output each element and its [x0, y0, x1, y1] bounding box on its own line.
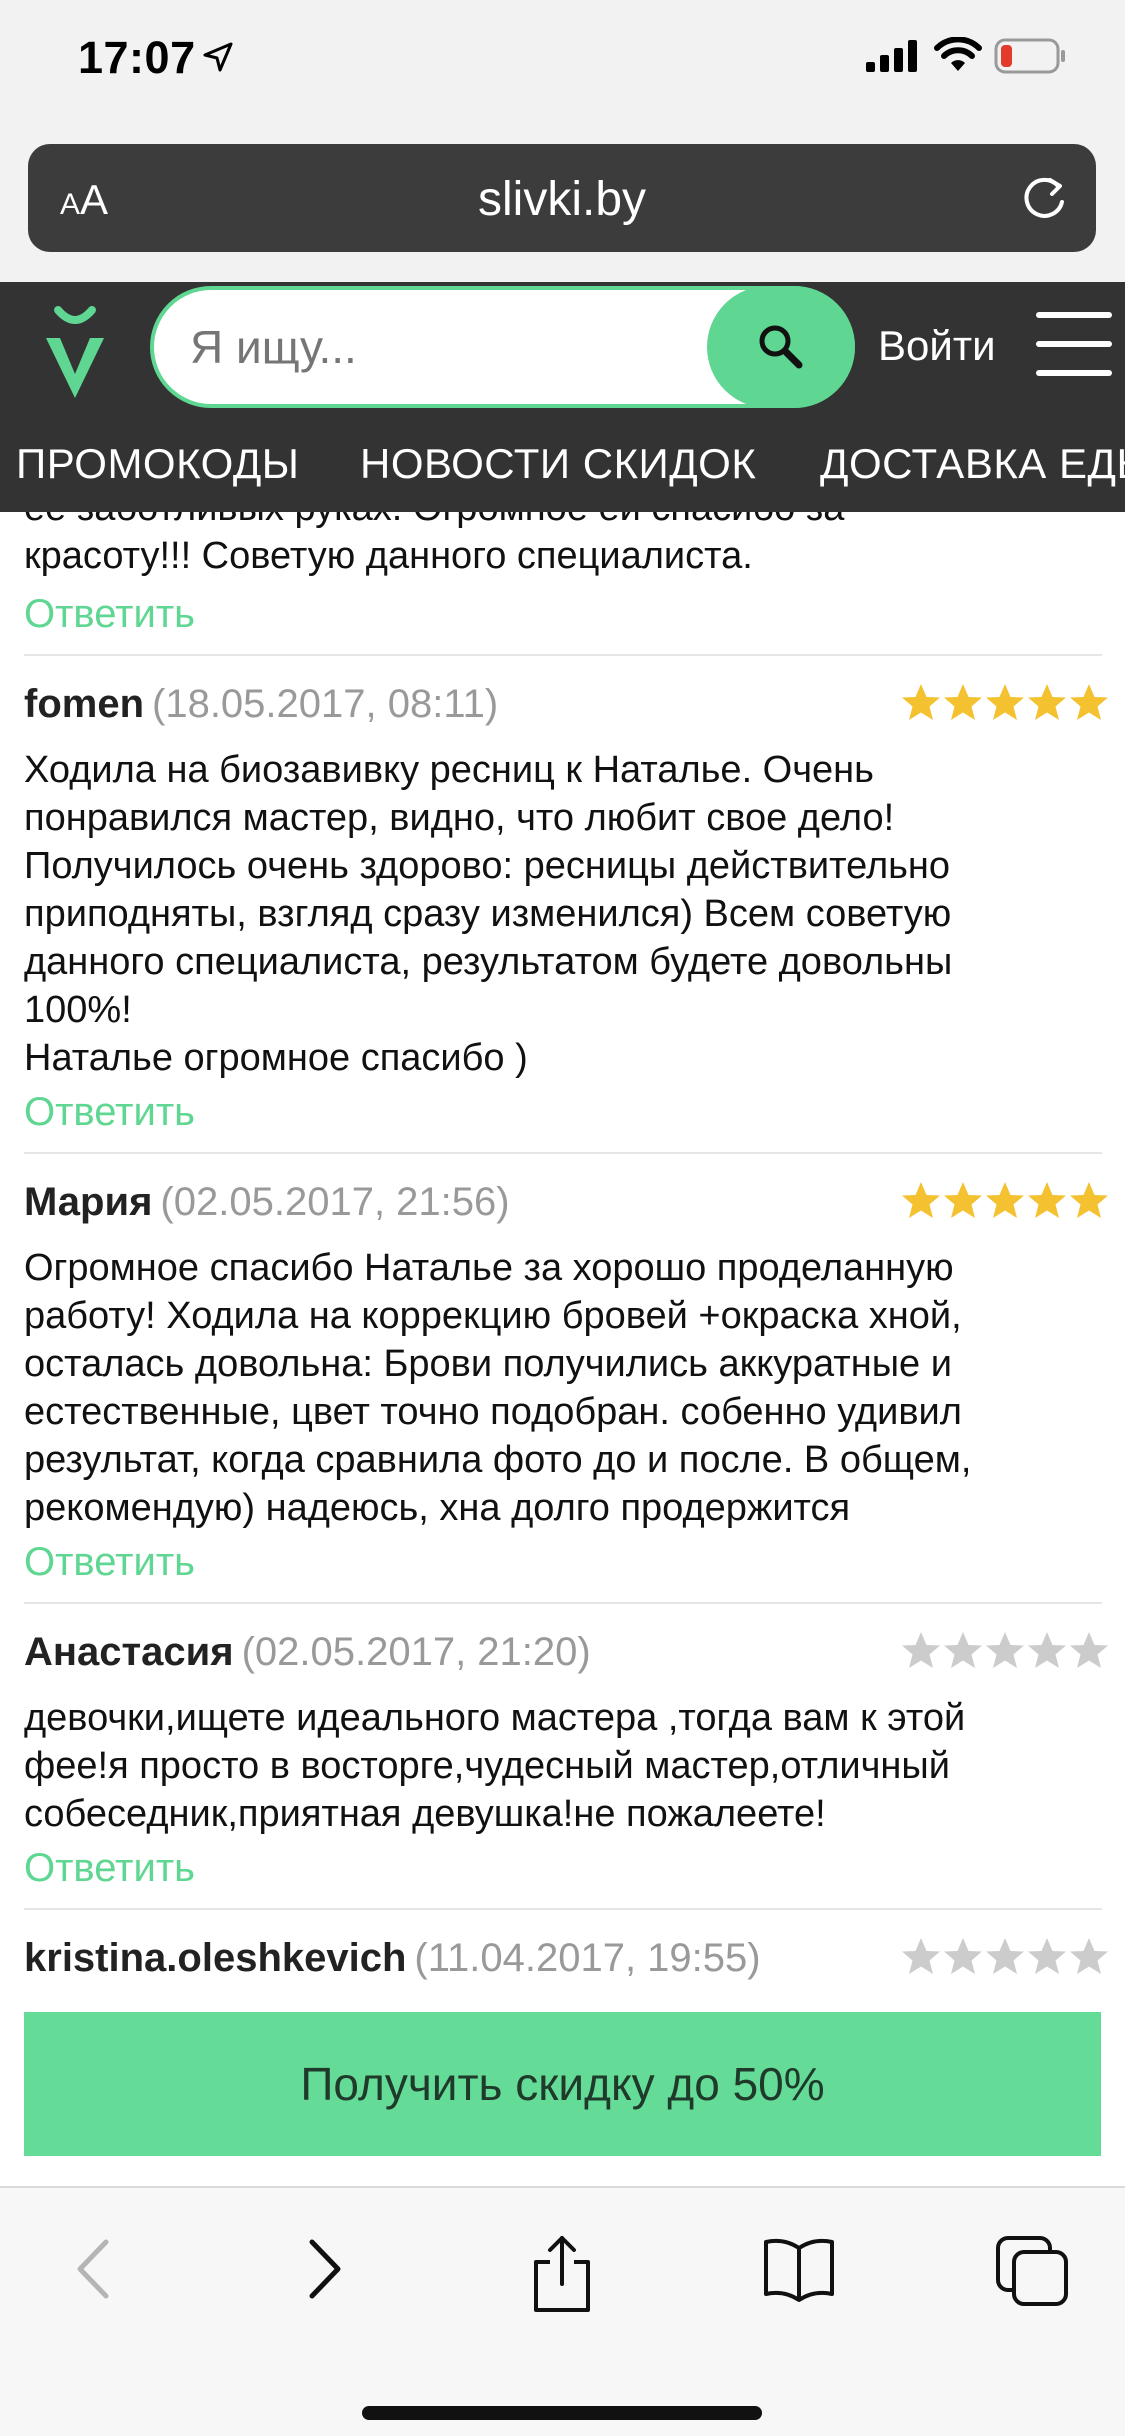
partial-review-text: ее заботливых руках. Огромное ей спасибо…: [24, 512, 844, 577]
tabs-icon[interactable]: [994, 2234, 1074, 2308]
share-icon[interactable]: [528, 2234, 596, 2314]
star-empty-icon: [902, 1938, 940, 1974]
search-input[interactable]: [190, 320, 670, 374]
cellular-signal-icon: [866, 40, 917, 72]
divider: [24, 654, 1102, 656]
divider: [24, 1908, 1102, 1910]
star-filled-icon: [1070, 684, 1108, 720]
divider: [24, 1152, 1102, 1154]
get-discount-button[interactable]: Получить скидку до 50%: [24, 2012, 1101, 2156]
site-header: Войти ПРОМОКОДЫ НОВОСТИ СКИДОК ДОСТАВКА …: [0, 282, 1125, 512]
star-filled-icon: [902, 1182, 940, 1218]
rating-stars: [900, 1630, 1110, 1672]
forward-icon[interactable]: [300, 2234, 350, 2304]
search-box: [150, 286, 855, 408]
reply-link[interactable]: Ответить: [24, 592, 195, 637]
review-author[interactable]: kristina.oleshkevich: [24, 1936, 406, 1980]
star-filled-icon: [1028, 1182, 1066, 1218]
nav-item-food-delivery[interactable]: ДОСТАВКА ЕДЫ: [820, 440, 1125, 488]
bookmarks-icon[interactable]: [762, 2234, 836, 2304]
status-time: 17:07: [78, 32, 196, 83]
reviews-list: ее заботливых руках. Огромное ей спасибо…: [0, 512, 1125, 1992]
nav-item-promocodes[interactable]: ПРОМОКОДЫ: [16, 440, 299, 488]
star-filled-icon: [902, 684, 940, 720]
star-empty-icon: [1028, 1632, 1066, 1668]
star-empty-icon: [986, 1938, 1024, 1974]
wifi-icon: [934, 37, 982, 71]
review-date: (11.04.2017, 19:55): [414, 1936, 761, 1980]
menu-icon[interactable]: [1036, 312, 1112, 376]
star-filled-icon: [986, 1182, 1024, 1218]
reply-link[interactable]: Ответить: [24, 1540, 195, 1585]
browser-toolbar: [0, 2186, 1125, 2436]
star-empty-icon: [944, 1938, 982, 1974]
divider: [24, 1602, 1102, 1604]
star-filled-icon: [944, 1182, 982, 1218]
nav-item-discount-news[interactable]: НОВОСТИ СКИДОК: [360, 440, 756, 488]
review-text: Огромное спасибо Наталье за хорошо проде…: [24, 1247, 972, 1529]
reply-link[interactable]: Ответить: [24, 1846, 195, 1891]
slivki-logo[interactable]: [40, 304, 110, 404]
rating-stars: [900, 1936, 1110, 1978]
review-item: Мария (02.05.2017, 21:56) Огромное спасиб…: [24, 1180, 1108, 1532]
browser-address-area: AA slivki.by: [0, 130, 1125, 282]
review-item: kristina.oleshkevich (11.04.2017, 19:55): [24, 1936, 1108, 1986]
star-filled-icon: [944, 684, 982, 720]
review-author[interactable]: fomen: [24, 682, 144, 726]
star-filled-icon: [1028, 684, 1066, 720]
star-filled-icon: [1070, 1182, 1108, 1218]
review-text: девочки,ищете идеального мастера ,тогда …: [24, 1697, 966, 1835]
login-link[interactable]: Войти: [878, 322, 996, 370]
star-empty-icon: [986, 1632, 1024, 1668]
rating-stars: [900, 1180, 1110, 1222]
star-empty-icon: [1028, 1938, 1066, 1974]
home-indicator: [362, 2406, 762, 2420]
category-nav: ПРОМОКОДЫ НОВОСТИ СКИДОК ДОСТАВКА ЕДЫ: [0, 432, 1125, 502]
star-empty-icon: [1070, 1632, 1108, 1668]
battery-low-icon: [994, 38, 1065, 74]
review-text: Ходила на биозавивку ресниц к Наталье. О…: [24, 749, 953, 1079]
address-bar[interactable]: AA slivki.by: [28, 144, 1096, 252]
star-empty-icon: [944, 1632, 982, 1668]
rating-stars: [900, 682, 1110, 724]
location-arrow-icon: [203, 42, 233, 72]
review-author[interactable]: Анастасия: [24, 1630, 234, 1674]
review-date: (02.05.2017, 21:20): [241, 1630, 591, 1674]
reply-link[interactable]: Ответить: [24, 1090, 195, 1135]
back-icon[interactable]: [68, 2234, 118, 2304]
review-date: (18.05.2017, 08:11): [152, 682, 499, 726]
review-author[interactable]: Мария: [24, 1180, 152, 1224]
review-item: Анастасия (02.05.2017, 21:20) девочки,ище…: [24, 1630, 1108, 1838]
star-empty-icon: [1070, 1938, 1108, 1974]
search-icon: [759, 325, 803, 369]
star-filled-icon: [986, 684, 1024, 720]
search-button[interactable]: [707, 286, 855, 408]
cta-area: Получить скидку до 50%: [0, 1992, 1125, 2186]
star-empty-icon: [902, 1632, 940, 1668]
review-item: fomen (18.05.2017, 08:11) Ходила на биоза…: [24, 682, 1108, 1082]
url-text[interactable]: slivki.by: [28, 172, 1096, 227]
review-date: (02.05.2017, 21:56): [160, 1180, 510, 1224]
reload-icon[interactable]: [1018, 172, 1070, 224]
status-bar: 17:07: [0, 0, 1125, 130]
